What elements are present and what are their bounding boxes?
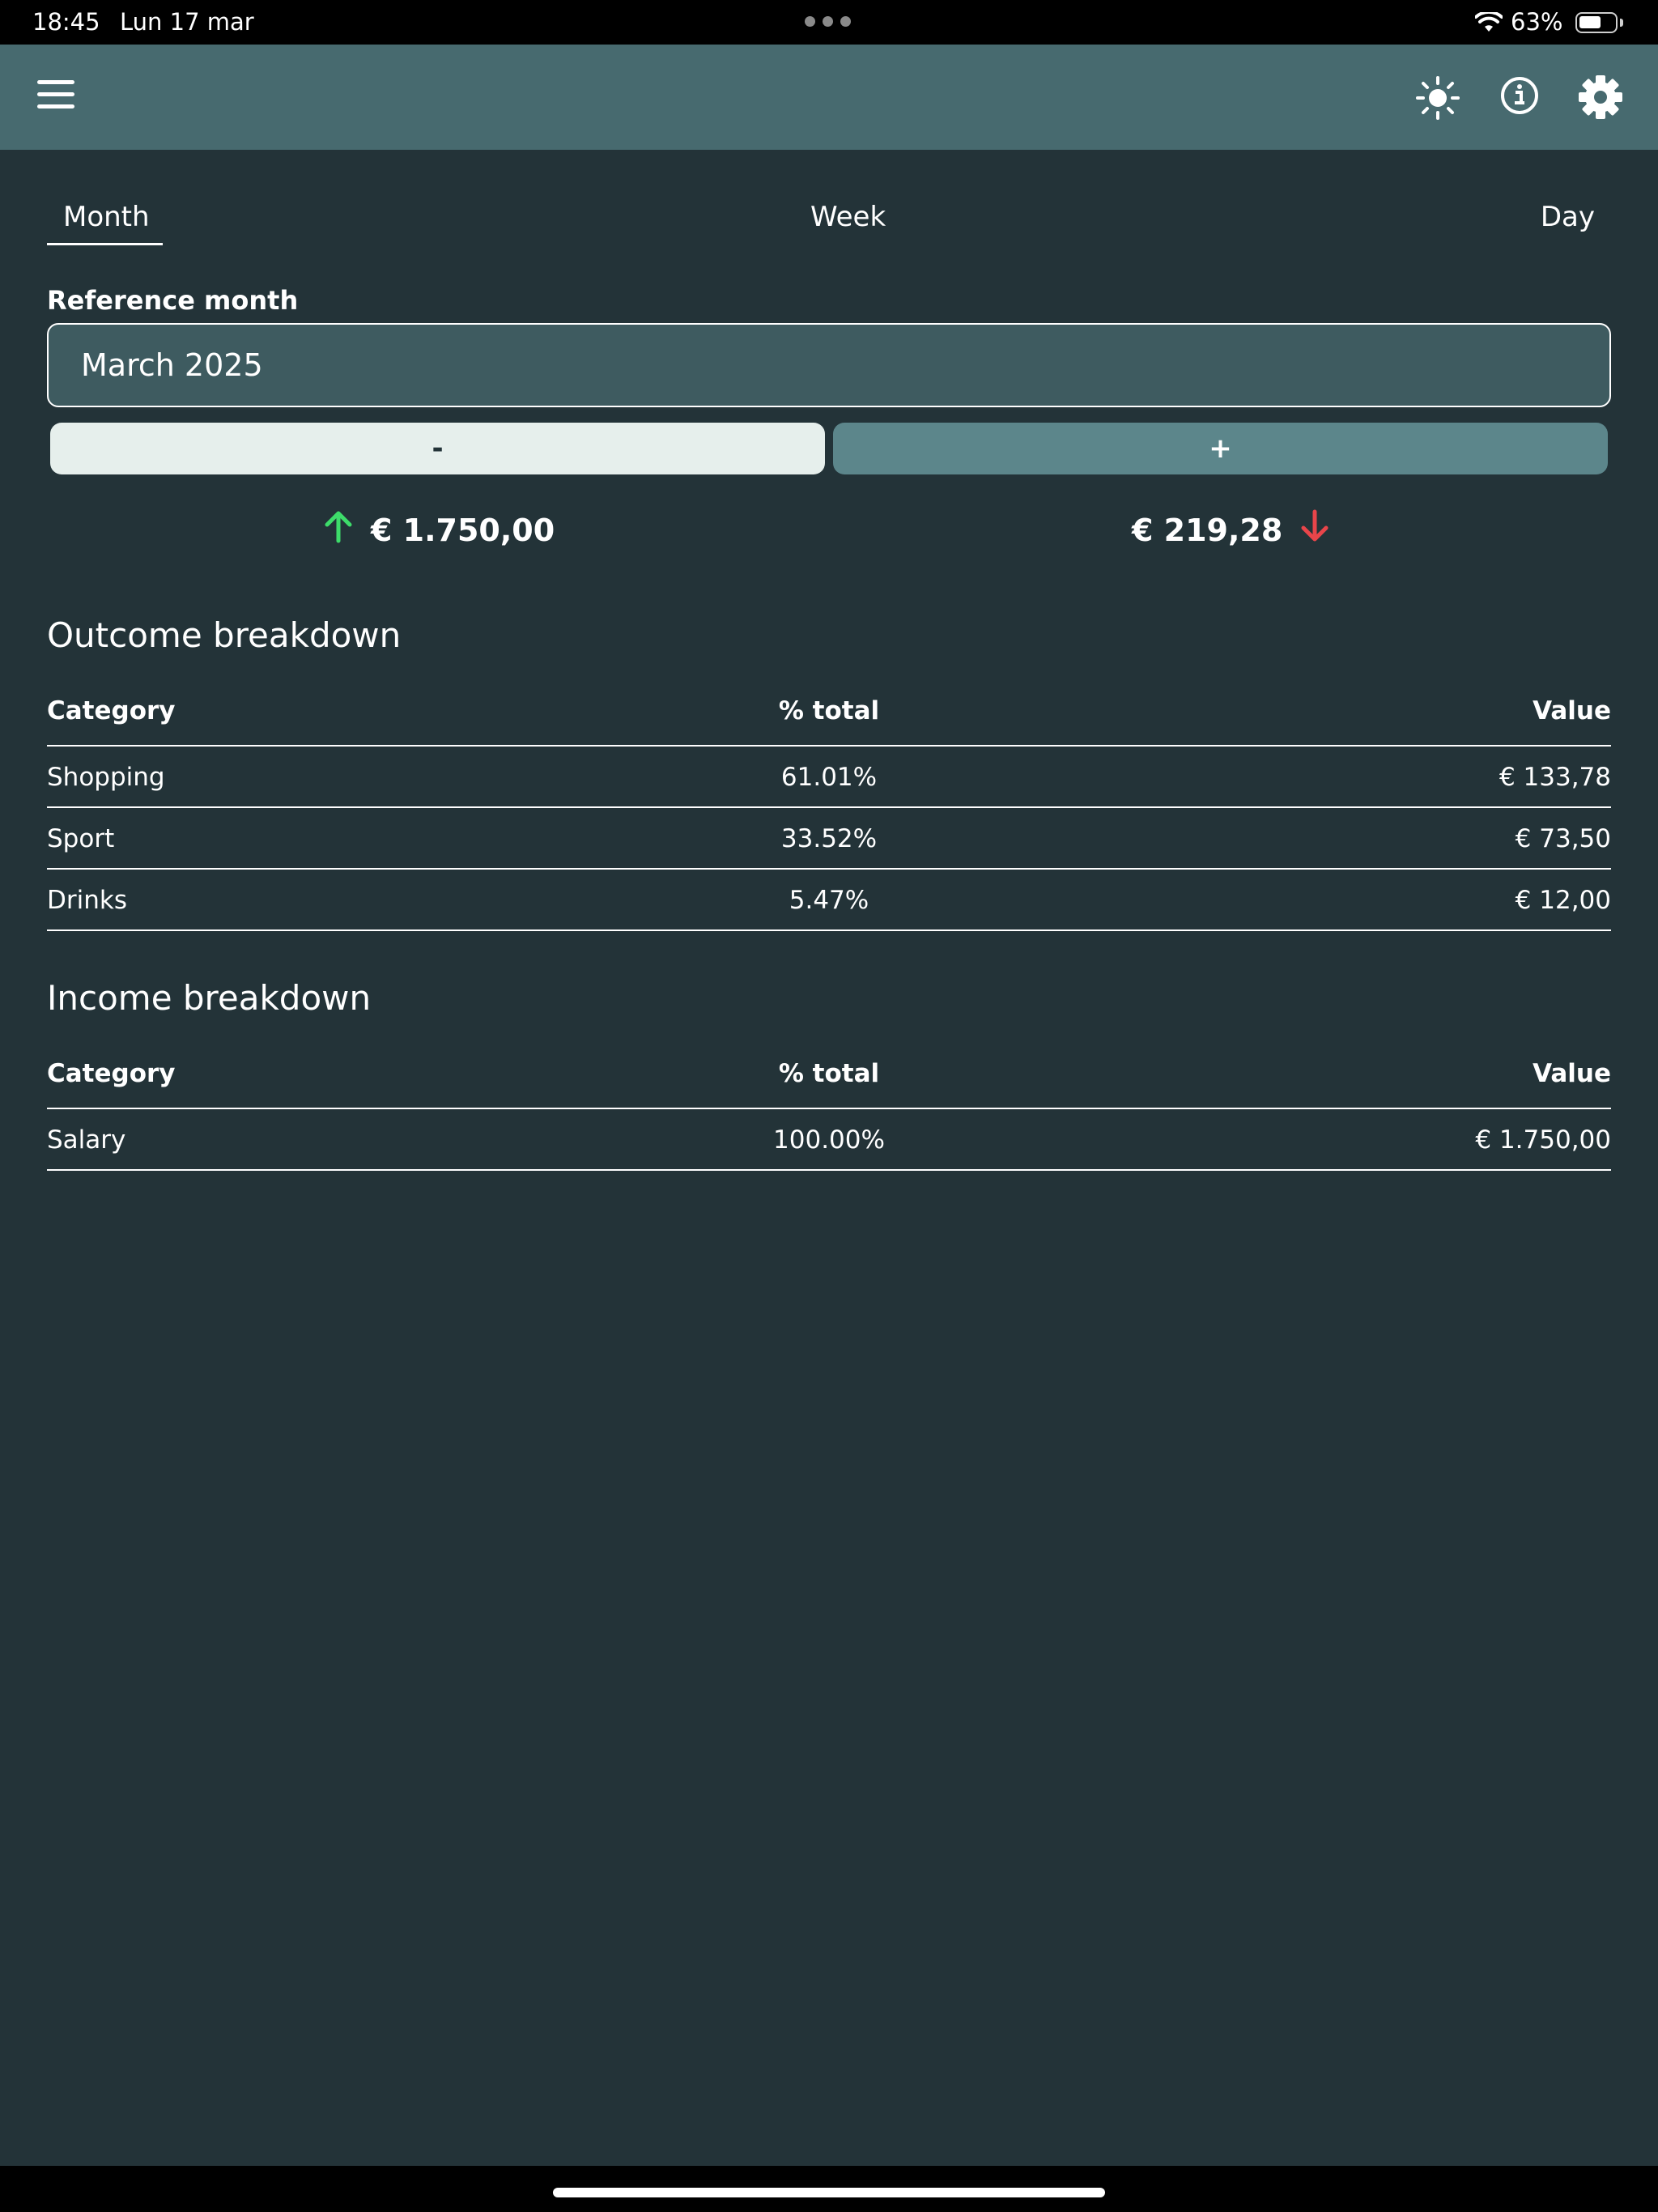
table-row: Sport 33.52% € 73,50 — [47, 808, 1611, 870]
app-bar — [0, 45, 1658, 150]
row-value: € 12,00 — [1515, 886, 1611, 915]
row-percent: 61.01% — [780, 763, 878, 792]
income-table: Category % total Value Salary 100.00% € … — [47, 1051, 1611, 1171]
outcome-total: € 219,28 — [1132, 512, 1283, 548]
row-percent: 33.52% — [780, 824, 878, 853]
previous-month-button[interactable]: - — [50, 423, 825, 474]
status-time: 18:45 — [32, 8, 100, 36]
tab-selected-indicator — [47, 243, 163, 245]
outcome-summary: € 219,28 — [1132, 508, 1333, 551]
battery-icon — [1575, 12, 1618, 33]
arrow-up-icon — [321, 508, 356, 551]
sun-icon[interactable] — [1415, 75, 1460, 124]
arrow-down-icon — [1297, 508, 1333, 551]
period-tabs: Month Week Day — [47, 194, 1611, 248]
row-percent: 100.00% — [773, 1125, 885, 1155]
income-breakdown-title: Income breakdown — [47, 978, 372, 1018]
row-value: € 1.750,00 — [1475, 1125, 1611, 1155]
table-header: Category % total Value — [47, 1051, 1611, 1109]
row-percent: 5.47% — [789, 886, 869, 915]
header-percent: % total — [778, 696, 880, 725]
table-row: Salary 100.00% € 1.750,00 — [47, 1109, 1611, 1171]
battery-percent: 63% — [1511, 8, 1563, 36]
menu-icon[interactable] — [37, 80, 74, 113]
reference-month-label: Reference month — [47, 285, 299, 316]
reference-month-field[interactable] — [47, 323, 1611, 407]
gear-icon[interactable] — [1577, 74, 1624, 124]
tab-month[interactable]: Month — [63, 201, 150, 233]
info-icon[interactable] — [1499, 75, 1540, 119]
row-value: € 133,78 — [1499, 763, 1611, 792]
wifi-icon — [1474, 10, 1503, 39]
table-row: Drinks 5.47% € 12,00 — [47, 870, 1611, 931]
outcome-breakdown-title: Outcome breakdown — [47, 615, 402, 655]
row-value: € 73,50 — [1515, 824, 1611, 853]
status-bar: 18:45 Lun 17 mar 63% — [0, 0, 1658, 45]
header-value: Value — [1533, 1059, 1611, 1088]
income-total: € 1.750,00 — [371, 512, 555, 548]
tab-week[interactable]: Week — [810, 201, 886, 233]
outcome-table: Category % total Value Shopping 61.01% €… — [47, 688, 1611, 931]
tab-day[interactable]: Day — [1541, 201, 1595, 233]
table-header: Category % total Value — [47, 688, 1611, 747]
table-row: Shopping 61.01% € 133,78 — [47, 747, 1611, 808]
status-date: Lun 17 mar — [120, 8, 254, 36]
header-percent: % total — [778, 1059, 880, 1088]
battery-tip — [1620, 19, 1623, 27]
next-month-button[interactable]: + — [833, 423, 1608, 474]
multitasking-dots[interactable] — [805, 16, 851, 27]
home-indicator[interactable] — [553, 2188, 1105, 2197]
header-value: Value — [1533, 696, 1611, 725]
income-summary: € 1.750,00 — [321, 508, 555, 551]
